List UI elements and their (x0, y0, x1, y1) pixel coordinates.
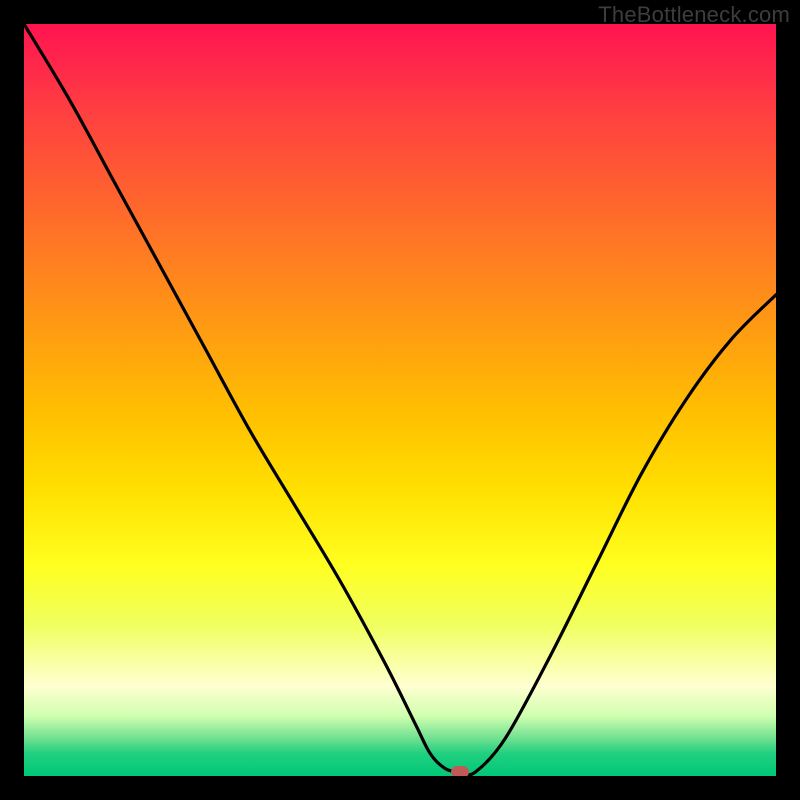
chart-frame: TheBottleneck.com (0, 0, 800, 800)
watermark-text: TheBottleneck.com (598, 2, 790, 28)
optimal-point-marker (451, 766, 469, 776)
plot-area (24, 24, 776, 776)
bottleneck-curve (24, 24, 776, 776)
